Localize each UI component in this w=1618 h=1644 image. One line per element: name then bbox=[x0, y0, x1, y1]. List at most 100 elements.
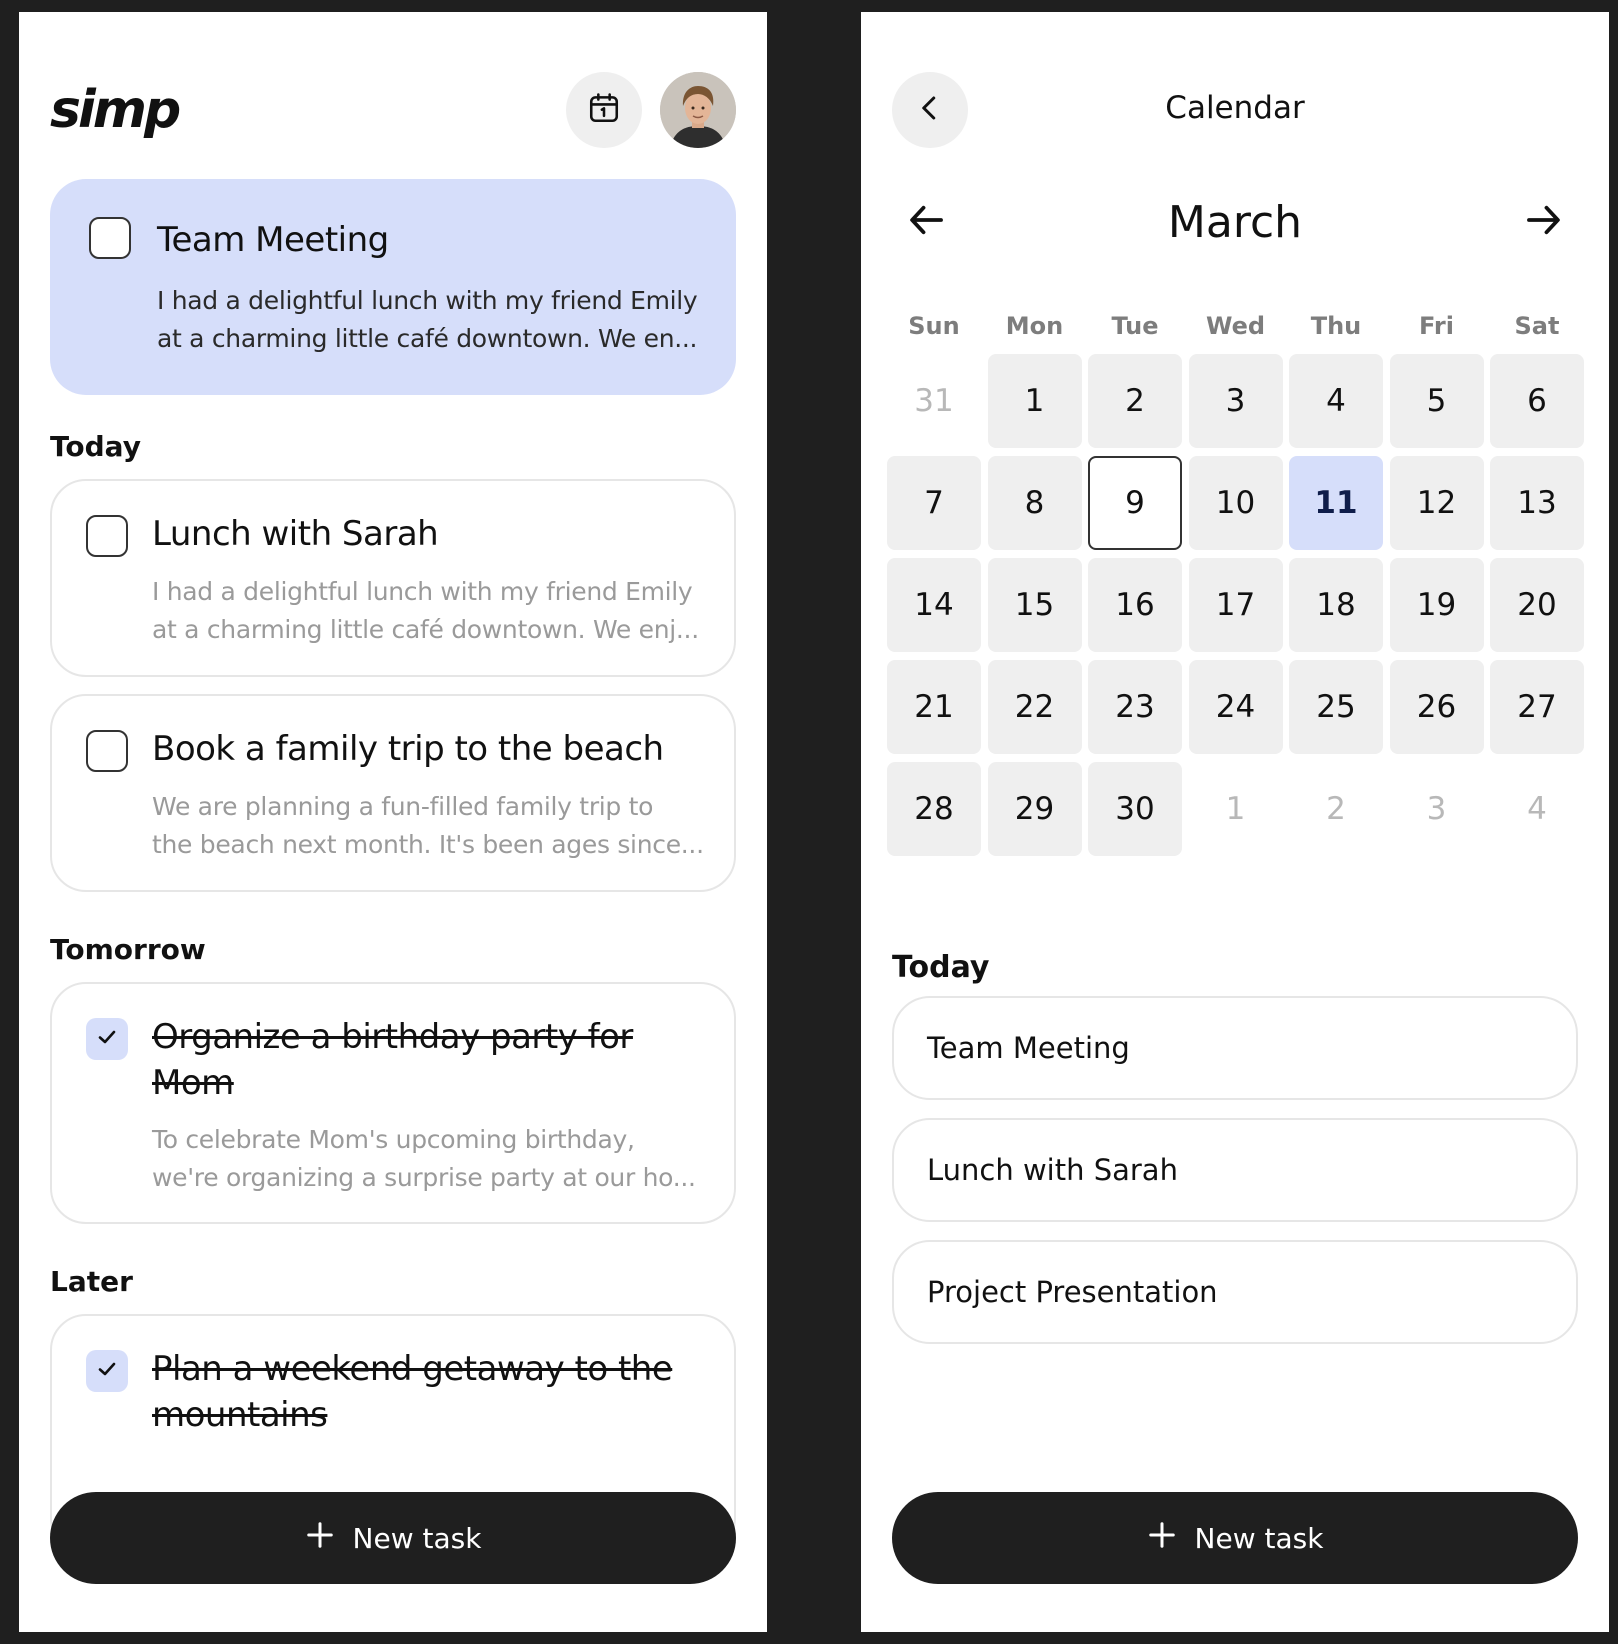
calendar-icon bbox=[587, 91, 621, 129]
new-task-button[interactable]: New task bbox=[50, 1492, 736, 1584]
section-label-tomorrow: Tomorrow bbox=[50, 933, 206, 966]
weekday-label: Mon bbox=[1005, 312, 1064, 340]
calendar-day-outside: 4 bbox=[1527, 791, 1547, 827]
calendar-day[interactable]: 17 bbox=[1188, 558, 1283, 652]
new-task-button[interactable]: New task bbox=[892, 1492, 1578, 1584]
calendar-day[interactable]: 10 bbox=[1188, 456, 1283, 550]
task-card[interactable]: Lunch with Sarah I had a delightful lunc… bbox=[50, 479, 736, 677]
calendar-day[interactable]: 18 bbox=[1289, 558, 1383, 652]
task-checkbox[interactable] bbox=[86, 515, 128, 557]
topbar-actions bbox=[566, 72, 736, 148]
calendar-day[interactable]: 2 bbox=[1088, 354, 1182, 448]
event-item[interactable]: Project Presentation bbox=[892, 1240, 1578, 1344]
featured-task-card[interactable]: Team Meeting I had a delightful lunch wi… bbox=[50, 179, 736, 395]
calendar-day[interactable]: 19 bbox=[1389, 558, 1484, 652]
calendar-grid: 31 1 2 3 4 5 6 7 8 9 10 11 12 13 14 15 16 17 18 19 20 21 22 23 2… bbox=[887, 354, 1587, 856]
task-title: Organize a birthday party for Mom bbox=[152, 1014, 704, 1106]
task-title-line: Organize a birthday party for bbox=[152, 1017, 633, 1057]
task-title: Team Meeting bbox=[157, 220, 389, 260]
task-description-line: I had a delightful lunch with my friend … bbox=[152, 577, 693, 606]
calendar-day[interactable]: 22 bbox=[987, 660, 1082, 754]
task-description: I had a delightful lunch with my friend … bbox=[157, 282, 706, 358]
calendar-day[interactable]: 28 bbox=[887, 762, 981, 856]
calendar-day[interactable]: 24 bbox=[1188, 660, 1283, 754]
event-item[interactable]: Team Meeting bbox=[892, 996, 1578, 1100]
calendar-day-outside: 1 bbox=[1225, 791, 1246, 827]
calendar-day[interactable]: 26 bbox=[1389, 660, 1484, 754]
calendar-day[interactable]: 8 bbox=[987, 456, 1082, 550]
calendar-day[interactable]: 20 bbox=[1490, 558, 1584, 652]
task-checkbox-checked[interactable] bbox=[86, 1018, 128, 1060]
section-label-today: Today bbox=[50, 430, 141, 463]
weekday-header: Sun Mon Tue Wed Thu Fri Sat bbox=[887, 312, 1587, 340]
calendar-day-selected[interactable]: 9 bbox=[1088, 456, 1182, 550]
check-icon bbox=[95, 1025, 119, 1053]
next-month-button[interactable] bbox=[1508, 187, 1578, 257]
arrow-left-icon bbox=[906, 199, 948, 245]
prev-month-button[interactable] bbox=[892, 187, 962, 257]
new-task-label: New task bbox=[352, 1521, 482, 1555]
arrow-right-icon bbox=[1522, 199, 1564, 245]
calendar-day-outside: 31 bbox=[914, 383, 954, 419]
check-icon bbox=[95, 1357, 119, 1385]
task-checkbox[interactable] bbox=[89, 217, 131, 259]
task-description-line: at a charming little café downtown. We e… bbox=[157, 324, 698, 353]
task-description: We are planning a fun-filled family trip… bbox=[152, 788, 704, 864]
weekday-label: Fri bbox=[1419, 312, 1454, 340]
calendar-day[interactable]: 7 bbox=[887, 456, 981, 550]
calendar-day-outside: 3 bbox=[1426, 791, 1447, 827]
plus-icon bbox=[305, 1520, 335, 1557]
weekday-label: Tue bbox=[1111, 312, 1159, 340]
new-task-label: New task bbox=[1194, 1521, 1324, 1555]
task-title: Book a family trip to the beach bbox=[152, 729, 664, 769]
section-label-today: Today bbox=[892, 950, 990, 985]
calendar-day[interactable]: 5 bbox=[1389, 354, 1484, 448]
task-card[interactable]: Organize a birthday party for Mom To cel… bbox=[50, 982, 736, 1224]
calendar-day[interactable]: 29 bbox=[987, 762, 1082, 856]
task-card[interactable]: Book a family trip to the beach We are p… bbox=[50, 694, 736, 892]
user-avatar[interactable] bbox=[660, 72, 736, 148]
task-title-line: Plan a weekend getaway to the bbox=[152, 1349, 673, 1389]
weekday-label: Sat bbox=[1514, 312, 1560, 340]
calendar-day[interactable]: 27 bbox=[1490, 660, 1584, 754]
month-name: March bbox=[1167, 196, 1303, 248]
calendar-day[interactable]: 3 bbox=[1188, 354, 1283, 448]
calendar-day[interactable]: 25 bbox=[1289, 660, 1383, 754]
calendar-day[interactable]: 13 bbox=[1490, 456, 1584, 550]
task-checkbox[interactable] bbox=[86, 730, 128, 772]
task-title: Lunch with Sarah bbox=[152, 514, 439, 554]
tasks-topbar: simp bbox=[50, 72, 736, 148]
page-title: Calendar bbox=[1165, 90, 1305, 126]
calendar-screen: Calendar March Sun Mon Tue Wed Thu Fri S… bbox=[861, 12, 1609, 1632]
calendar-day[interactable]: 30 bbox=[1088, 762, 1182, 856]
weekday-label: Wed bbox=[1205, 312, 1266, 340]
calendar-button[interactable] bbox=[566, 72, 642, 148]
event-item[interactable]: Lunch with Sarah bbox=[892, 1118, 1578, 1222]
app-logo: simp bbox=[50, 80, 181, 140]
calendar-day[interactable]: 16 bbox=[1088, 558, 1182, 652]
calendar-day[interactable]: 21 bbox=[887, 660, 981, 754]
task-checkbox-checked[interactable] bbox=[86, 1350, 128, 1392]
calendar-day[interactable]: 12 bbox=[1389, 456, 1484, 550]
calendar-day[interactable]: 14 bbox=[887, 558, 981, 652]
plus-icon bbox=[1147, 1520, 1177, 1557]
calendar-day[interactable]: 23 bbox=[1088, 660, 1182, 754]
task-description-line: We are planning a fun-filled family trip… bbox=[152, 792, 654, 821]
calendar-day-outside: 2 bbox=[1326, 791, 1346, 827]
task-title-line: Mom bbox=[152, 1063, 234, 1103]
calendar-day-today[interactable]: 11 bbox=[1289, 456, 1383, 550]
calendar-day[interactable]: 6 bbox=[1490, 354, 1584, 448]
calendar-day[interactable]: 1 bbox=[987, 354, 1082, 448]
task-description-line: at a charming little café downtown. We e… bbox=[152, 615, 699, 644]
calendar-day[interactable]: 4 bbox=[1289, 354, 1383, 448]
task-title: Plan a weekend getaway to the mountains bbox=[152, 1346, 704, 1438]
tasks-screen: simp Team Meeting I had a delightful lun… bbox=[19, 12, 767, 1632]
calendar-day[interactable]: 15 bbox=[987, 558, 1082, 652]
weekday-label: Thu bbox=[1310, 312, 1362, 340]
task-description-line: To celebrate Mom's upcoming birthday, bbox=[152, 1125, 635, 1154]
task-description-line: we're organizing a surprise party at our… bbox=[152, 1163, 696, 1192]
month-navigator: March bbox=[892, 187, 1578, 257]
task-title-line: mountains bbox=[152, 1395, 328, 1435]
task-description: To celebrate Mom's upcoming birthday, we… bbox=[152, 1121, 704, 1197]
task-description: I had a delightful lunch with my friend … bbox=[152, 573, 704, 649]
